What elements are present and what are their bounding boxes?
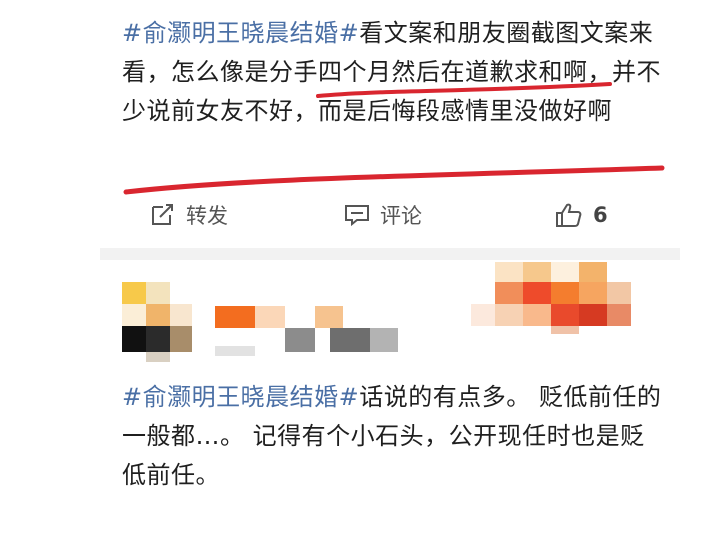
post-text-2: #俞灏明王晓晨结婚#话说的有点多。 贬低前任的一般都…。 记得有个小石头，公开现… — [122, 378, 667, 495]
hashtag-link-2[interactable]: #俞灏明王晓晨结婚# — [122, 383, 359, 411]
